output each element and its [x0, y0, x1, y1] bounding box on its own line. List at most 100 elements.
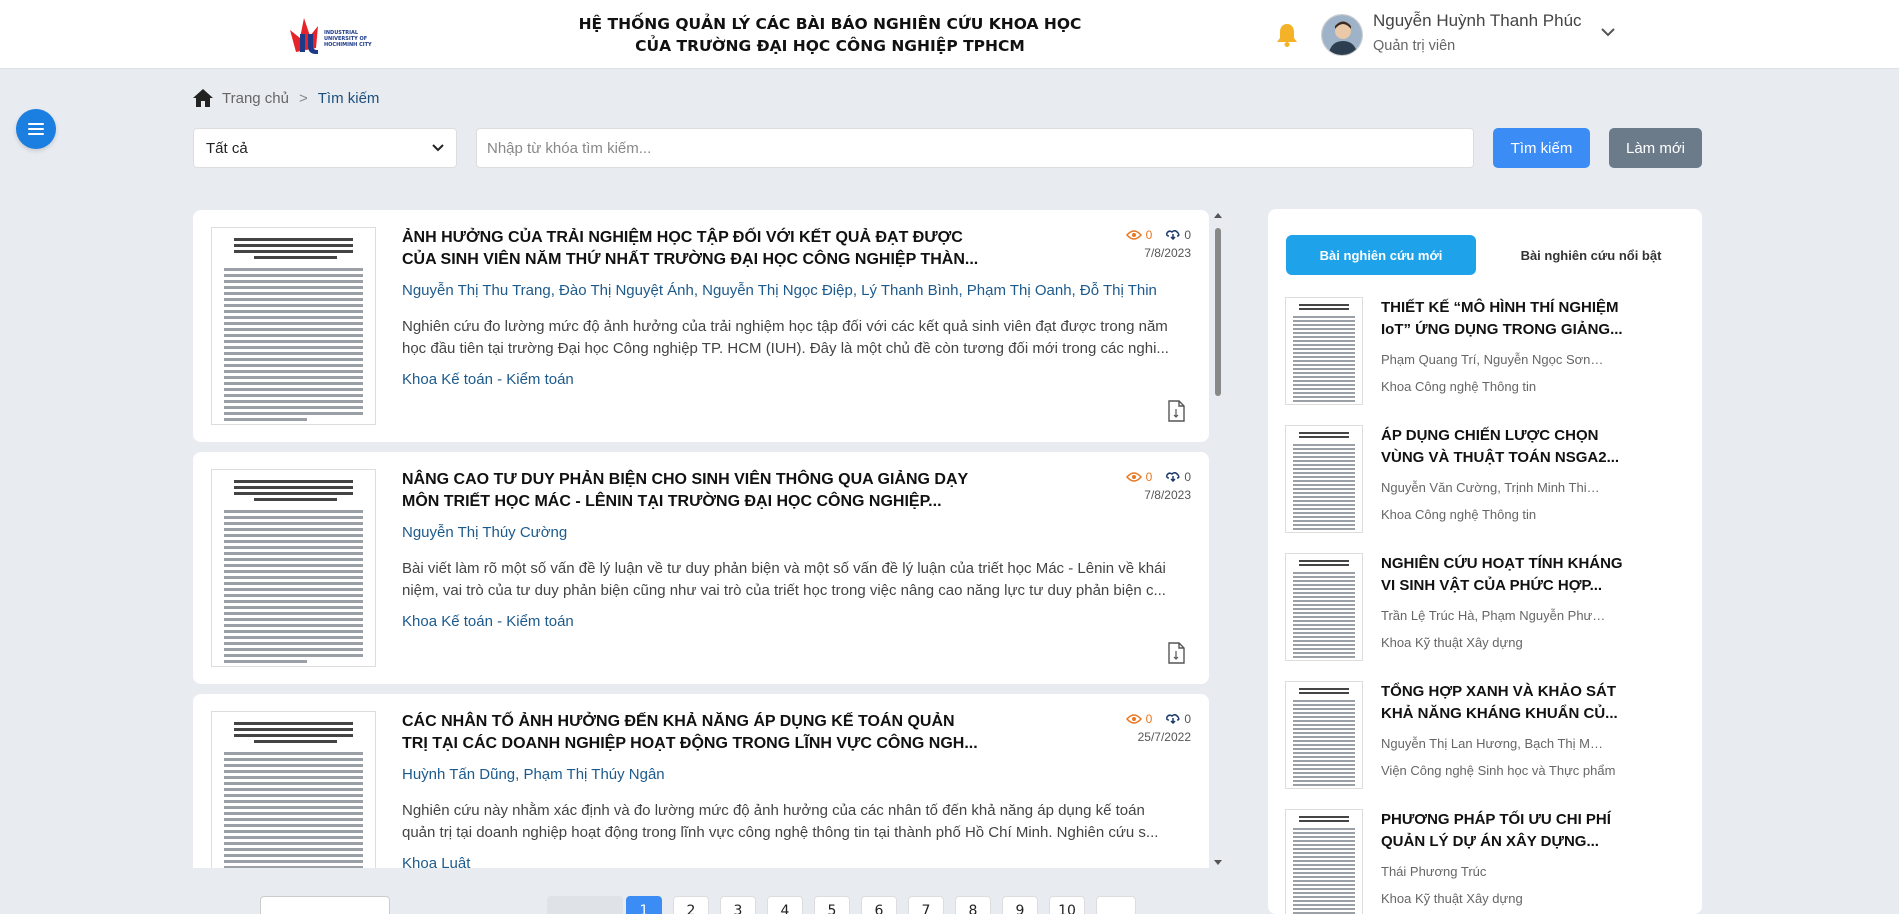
paper-thumbnail[interactable]: [211, 711, 376, 868]
side-paper-title[interactable]: ÁP DỤNG CHIẾN LƯỢC CHỌN VÙNG VÀ THUẬT TO…: [1381, 425, 1626, 469]
download-count: 0: [1184, 228, 1191, 242]
paper-title-line1: CÁC NHÂN TỐ ẢNH HƯỞNG ĐẾN KHẢ NĂNG ÁP DỤ…: [402, 713, 955, 730]
download-icon: [1166, 230, 1180, 240]
results-scrollbar[interactable]: [1212, 210, 1224, 868]
paper-thumbnail[interactable]: [1285, 809, 1363, 914]
page-button[interactable]: 4: [767, 896, 803, 914]
search-input[interactable]: [476, 128, 1474, 168]
page-size-select[interactable]: [260, 896, 390, 914]
paper-thumbnail[interactable]: [1285, 297, 1363, 405]
breadcrumb-home[interactable]: Trang chủ: [222, 90, 289, 107]
page-button[interactable]: 7: [908, 896, 944, 914]
download-count: 0: [1184, 712, 1191, 726]
side-paper-authors: Thái Phương Trúc: [1381, 864, 1487, 879]
user-name[interactable]: Nguyễn Huỳnh Thanh Phúc: [1373, 11, 1582, 31]
chevron-down-icon: [432, 144, 444, 152]
menu-icon: [28, 123, 44, 135]
avatar[interactable]: [1321, 14, 1363, 56]
paper-thumbnail[interactable]: [1285, 553, 1363, 661]
paper-date: 25/7/2022: [1137, 730, 1191, 744]
page-button[interactable]: 6: [861, 896, 897, 914]
paper-title-line1: NÂNG CAO TƯ DUY PHẢN BIỆN CHO SINH VIÊN …: [402, 471, 969, 488]
paper-authors[interactable]: Nguyễn Thị Thu Trang, Đào Thị Nguyệt Ánh…: [402, 282, 1182, 299]
paper-stats: 0 0: [1125, 470, 1191, 484]
paper-department[interactable]: Khoa Kế toán - Kiểm toán: [402, 371, 574, 388]
paper-title[interactable]: NÂNG CAO TƯ DUY PHẢN BIỆN CHO SINH VIÊN …: [402, 469, 982, 513]
paper-abstract-line1: Nghiên cứu đo lường mức độ ảnh hưởng của…: [402, 318, 1168, 335]
side-paper-item[interactable]: TỔNG HỢP XANH VÀ KHẢO SÁT KHẢ NĂNG KHÁNG…: [1285, 681, 1685, 793]
page-button[interactable]: 2: [673, 896, 709, 914]
side-paper-authors: Nguyễn Văn Cường, Trịnh Minh Thiên...: [1381, 480, 1606, 495]
category-filter-select[interactable]: Tất cả: [193, 128, 457, 168]
side-paper-department: Khoa Kỹ thuật Xây dựng: [1381, 891, 1523, 906]
result-card[interactable]: CÁC NHÂN TỐ ẢNH HƯỞNG ĐẾN KHẢ NĂNG ÁP DỤ…: [193, 694, 1209, 868]
page-button[interactable]: 1: [626, 896, 662, 914]
paper-abstract: Nghiên cứu này nhằm xác định và đo lường…: [402, 800, 1182, 844]
bell-icon[interactable]: [1275, 22, 1299, 48]
paper-stats: 0 0: [1125, 228, 1191, 242]
tab-new-papers[interactable]: Bài nghiên cứu mới: [1286, 235, 1476, 275]
download-count: 0: [1184, 470, 1191, 484]
side-paper-department: Khoa Công nghệ Thông tin: [1381, 507, 1537, 522]
side-paper-authors: Trần Lệ Trúc Hà, Phạm Nguyễn Phương...: [1381, 608, 1606, 623]
side-paper-title-line2: IoT” ỨNG DỤNG TRONG GIẢNG...: [1381, 321, 1623, 338]
paper-thumbnail[interactable]: [1285, 425, 1363, 533]
page-button[interactable]: 9: [1002, 896, 1038, 914]
paper-abstract-line2: niệm, vai trò của tư duy phản biện cũng …: [402, 582, 1166, 599]
paper-authors[interactable]: Nguyễn Thị Thúy Cường: [402, 524, 1182, 541]
sidebar-toggle-button[interactable]: [16, 109, 56, 149]
page-button[interactable]: 8: [955, 896, 991, 914]
paper-title[interactable]: CÁC NHÂN TỐ ẢNH HƯỞNG ĐẾN KHẢ NĂNG ÁP DỤ…: [402, 711, 982, 755]
paper-department[interactable]: Khoa Luật: [402, 855, 470, 868]
next-page-button[interactable]: [1096, 896, 1136, 914]
view-count: 0: [1145, 228, 1153, 242]
paper-thumbnail[interactable]: [211, 469, 376, 667]
search-results-list[interactable]: ẢNH HƯỞNG CỦA TRẢI NGHIỆM HỌC TẬP ĐỐI VỚ…: [193, 210, 1209, 868]
paper-abstract: Bài viết làm rõ một số vấn đề lý luận về…: [402, 558, 1182, 602]
side-paper-item[interactable]: ÁP DỤNG CHIẾN LƯỢC CHỌN VÙNG VÀ THUẬT TO…: [1285, 425, 1685, 537]
paper-thumbnail[interactable]: [211, 227, 376, 425]
chevron-down-icon[interactable]: [1600, 26, 1616, 38]
side-paper-item[interactable]: NGHIÊN CỨU HOẠT TÍNH KHÁNG VI SINH VẬT C…: [1285, 553, 1685, 665]
page-button[interactable]: 5: [814, 896, 850, 914]
iuh-logo[interactable]: INDUSTRIAL UNIVERSITY OF HOCHIMINH CITY: [282, 12, 382, 58]
page-button[interactable]: 10: [1049, 896, 1085, 914]
paper-authors[interactable]: Huỳnh Tấn Dũng, Phạm Thị Thúy Ngân: [402, 766, 1182, 783]
system-title: HỆ THỐNG QUẢN LÝ CÁC BÀI BÁO NGHIÊN CỨU …: [560, 13, 1100, 57]
side-paper-title-line1: PHƯƠNG PHÁP TỐI ƯU CHI PHÍ: [1381, 811, 1611, 828]
scrollbar-thumb[interactable]: [1215, 228, 1221, 396]
view-count: 0: [1145, 470, 1153, 484]
breadcrumb: Trang chủ > Tìm kiếm: [192, 88, 379, 108]
paper-title[interactable]: ẢNH HƯỞNG CỦA TRẢI NGHIỆM HỌC TẬP ĐỐI VỚ…: [402, 227, 982, 271]
side-paper-title-line2: QUẢN LÝ DỰ ÁN XÂY DỰNG...: [1381, 833, 1599, 850]
paper-department[interactable]: Khoa Kế toán - Kiểm toán: [402, 613, 574, 630]
search-button[interactable]: Tìm kiếm: [1493, 128, 1590, 168]
side-paper-title-line2: VI SINH VẬT CỦA PHỨC HỢP...: [1381, 577, 1603, 594]
scroll-up-arrow-icon[interactable]: [1212, 210, 1224, 220]
paper-abstract-line2: học đầu tiên tại trường Đại học Công ngh…: [402, 340, 1169, 357]
tab-featured-papers[interactable]: Bài nghiên cứu nổi bật: [1496, 235, 1686, 275]
side-paper-item[interactable]: THIẾT KẾ “MÔ HÌNH THÍ NGHIỆM IoT” ỨNG DỤ…: [1285, 297, 1685, 409]
reset-button[interactable]: Làm mới: [1609, 128, 1702, 168]
side-paper-title[interactable]: TỔNG HỢP XANH VÀ KHẢO SÁT KHẢ NĂNG KHÁNG…: [1381, 681, 1626, 725]
result-card[interactable]: ẢNH HƯỞNG CỦA TRẢI NGHIỆM HỌC TẬP ĐỐI VỚ…: [193, 210, 1209, 442]
side-paper-title[interactable]: PHƯƠNG PHÁP TỐI ƯU CHI PHÍ QUẢN LÝ DỰ ÁN…: [1381, 809, 1626, 853]
previous-page-button[interactable]: [547, 896, 623, 914]
side-paper-title[interactable]: THIẾT KẾ “MÔ HÌNH THÍ NGHIỆM IoT” ỨNG DỤ…: [1381, 297, 1626, 341]
result-card[interactable]: NÂNG CAO TƯ DUY PHẢN BIỆN CHO SINH VIÊN …: [193, 452, 1209, 684]
file-document-icon[interactable]: [1167, 642, 1185, 664]
top-header: INDUSTRIAL UNIVERSITY OF HOCHIMINH CITY …: [0, 0, 1899, 69]
paper-abstract-line1: Bài viết làm rõ một số vấn đề lý luận về…: [402, 560, 1166, 577]
file-document-icon[interactable]: [1167, 400, 1185, 422]
paper-title-line1: ẢNH HƯỞNG CỦA TRẢI NGHIỆM HỌC TẬP ĐỐI VỚ…: [402, 229, 963, 246]
side-paper-item[interactable]: PHƯƠNG PHÁP TỐI ƯU CHI PHÍ QUẢN LÝ DỰ ÁN…: [1285, 809, 1685, 914]
filter-selected-value: Tất cả: [206, 139, 248, 157]
paper-thumbnail[interactable]: [1285, 681, 1363, 789]
paper-abstract: Nghiên cứu đo lường mức độ ảnh hưởng của…: [402, 316, 1182, 360]
breadcrumb-current: Tìm kiếm: [317, 89, 380, 107]
side-paper-title[interactable]: NGHIÊN CỨU HOẠT TÍNH KHÁNG VI SINH VẬT C…: [1381, 553, 1626, 597]
home-icon[interactable]: [192, 88, 214, 108]
page-button[interactable]: 3: [720, 896, 756, 914]
side-paper-department: Viện Công nghệ Sinh học và Thực phẩm: [1381, 763, 1616, 778]
scroll-down-arrow-icon[interactable]: [1212, 858, 1224, 868]
